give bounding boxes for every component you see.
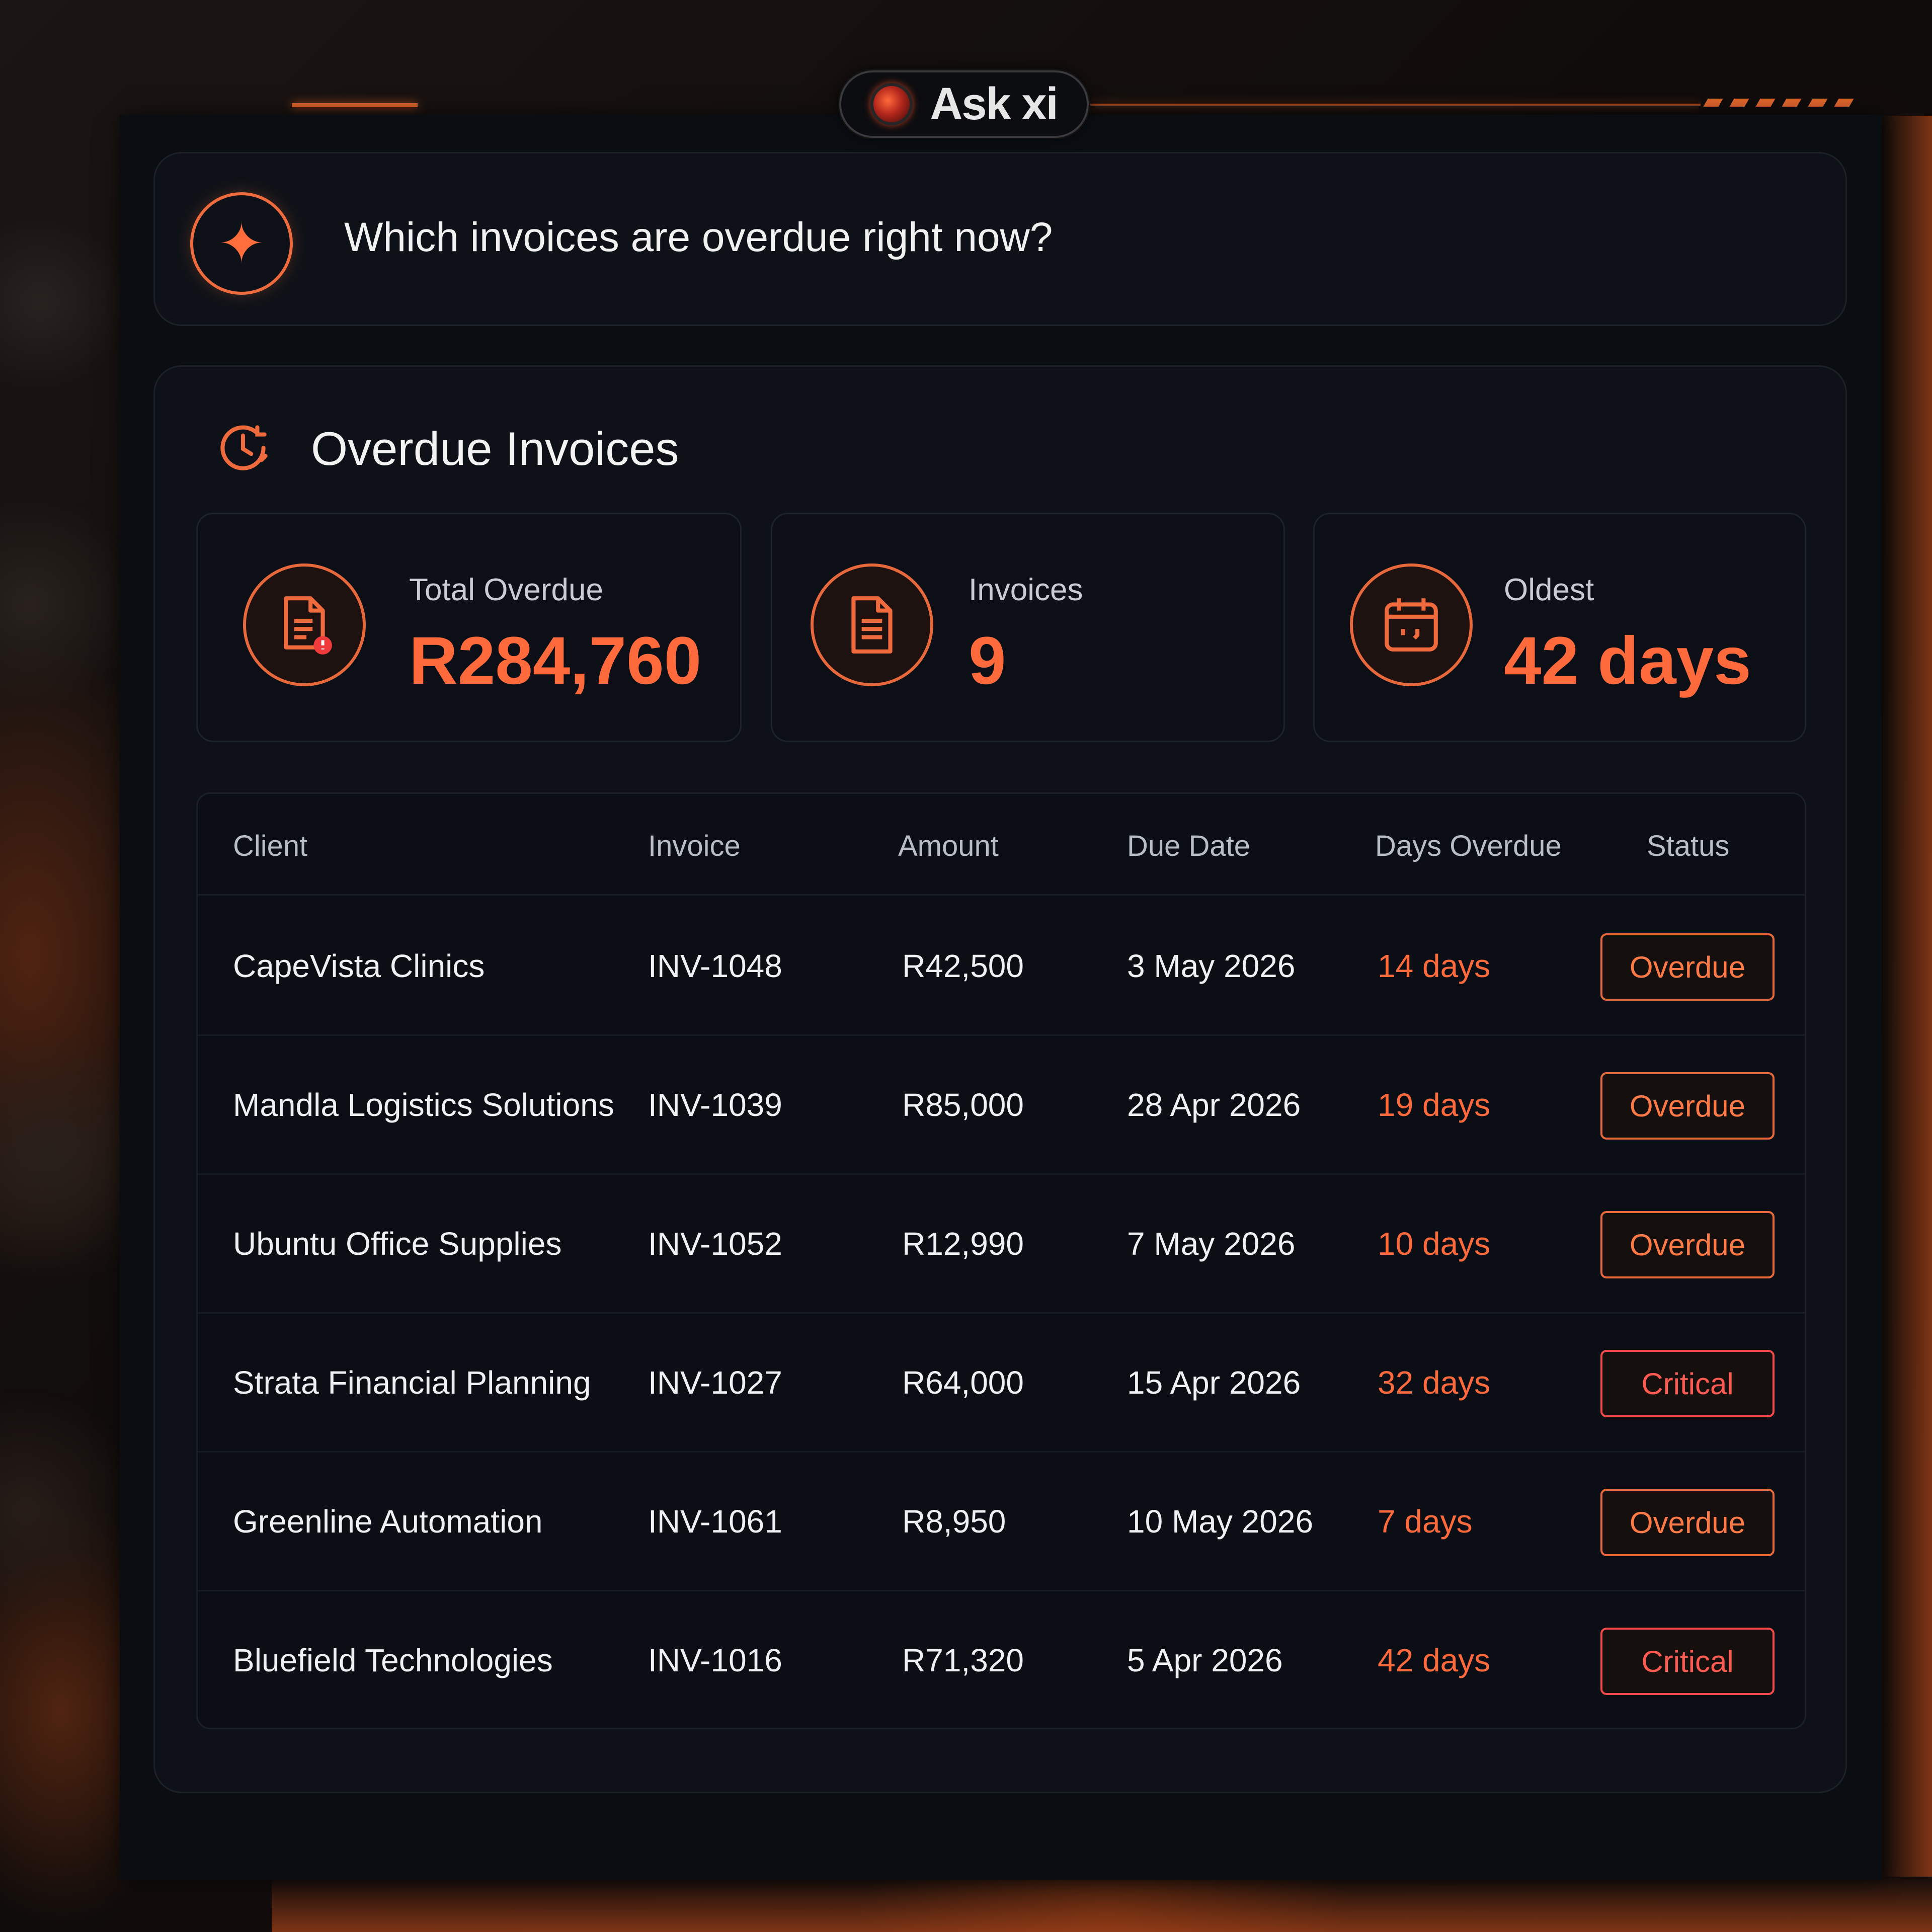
invoice-amount: R64,000 [902,1364,1024,1401]
status-badge: Overdue [1600,933,1775,1001]
due-date: 28 Apr 2026 [1127,1087,1301,1123]
table-row[interactable]: Strata Financial Planning INV-1027 R64,0… [198,1314,1805,1453]
column-header-due-date: Due Date [1127,830,1251,862]
stat-value: 9 [969,623,1006,698]
table-row[interactable]: Greenline Automation INV-1061 R8,950 10 … [198,1453,1805,1591]
assistant-orb-icon [870,83,913,125]
invoice-amount: R71,320 [902,1642,1024,1678]
invoice-number: INV-1016 [648,1642,782,1678]
due-date: 5 Apr 2026 [1127,1642,1283,1678]
client-name: Mandla Logistics Solutions [233,1087,614,1123]
invoice-amount: R8,950 [902,1503,1006,1540]
invoice-amount: R85,000 [902,1087,1024,1123]
status-badge: Overdue [1600,1211,1775,1278]
invoice-amount: R12,990 [902,1226,1024,1262]
column-header-invoice: Invoice [648,830,741,862]
days-overdue: 10 days [1378,1226,1491,1262]
stat-label: Invoices [969,573,1083,607]
results-card: Overdue Invoices Total Overdue R284,760 … [153,365,1847,1793]
client-name: Bluefield Technologies [233,1642,553,1678]
status-badge: Overdue [1600,1072,1775,1140]
client-name: Greenline Automation [233,1503,543,1540]
document-icon [811,564,933,686]
due-date: 7 May 2026 [1127,1226,1296,1262]
column-header-client: Client [233,830,308,862]
days-overdue: 42 days [1378,1642,1491,1678]
frame-glow [272,1877,1932,1932]
frame-accent-line [1087,104,1701,106]
days-overdue: 32 days [1378,1364,1491,1401]
column-header-days-overdue: Days Overdue [1375,830,1562,862]
query-text: Which invoices are overdue right now? [344,214,1053,260]
ask-xi-button[interactable]: Ask xi [839,70,1089,138]
invoice-number: INV-1027 [648,1364,782,1401]
status-badge: Overdue [1600,1489,1775,1556]
section-title: Overdue Invoices [311,422,679,475]
invoice-table: Client Invoice Amount Due Date Days Over… [196,792,1806,1729]
stat-label: Total Overdue [409,573,603,607]
table-row[interactable]: Bluefield Technologies INV-1016 R71,320 … [198,1591,1805,1728]
clock-icon [210,415,276,482]
background-rock [0,0,121,1932]
invoice-number: INV-1052 [648,1226,782,1262]
stat-oldest: Oldest 42 days [1313,513,1806,742]
status-badge: Critical [1600,1628,1775,1695]
stat-value: 42 days [1504,623,1751,698]
due-date: 10 May 2026 [1127,1503,1314,1540]
calendar-icon [1350,564,1473,686]
stat-invoice-count: Invoices 9 [771,513,1285,742]
stat-total-overdue: Total Overdue R284,760 [196,513,742,742]
client-name: Ubuntu Office Supplies [233,1226,562,1262]
client-name: CapeVista Clinics [233,948,485,984]
status-badge: Critical [1600,1350,1775,1417]
table-row[interactable]: CapeVista Clinics INV-1048 R42,500 3 May… [198,897,1805,1036]
frame-glow [1882,116,1932,1877]
stat-label: Oldest [1504,573,1594,607]
column-header-amount: Amount [898,830,999,862]
query-card: ✦ Which invoices are overdue right now? [153,152,1847,326]
days-overdue: 7 days [1378,1503,1473,1540]
table-row[interactable]: Mandla Logistics Solutions INV-1039 R85,… [198,1036,1805,1175]
due-date: 3 May 2026 [1127,948,1296,984]
table-header: Client Invoice Amount Due Date Days Over… [198,794,1805,896]
client-name: Strata Financial Planning [233,1364,591,1401]
days-overdue: 19 days [1378,1087,1491,1123]
frame-stripes [1703,99,1854,107]
frame-accent-line [292,103,418,107]
assistant-name: Ask xi [930,78,1058,129]
invoice-alert-icon [243,564,366,686]
invoice-amount: R42,500 [902,948,1024,984]
invoice-number: INV-1039 [648,1087,782,1123]
sparkle-icon: ✦ [190,192,293,295]
section-header: Overdue Invoices [210,415,679,482]
stat-value: R284,760 [409,623,702,698]
days-overdue: 14 days [1378,948,1491,984]
invoice-number: INV-1048 [648,948,782,984]
due-date: 15 Apr 2026 [1127,1364,1301,1401]
invoice-number: INV-1061 [648,1503,782,1540]
table-row[interactable]: Ubuntu Office Supplies INV-1052 R12,990 … [198,1175,1805,1314]
column-header-status: Status [1647,830,1730,862]
